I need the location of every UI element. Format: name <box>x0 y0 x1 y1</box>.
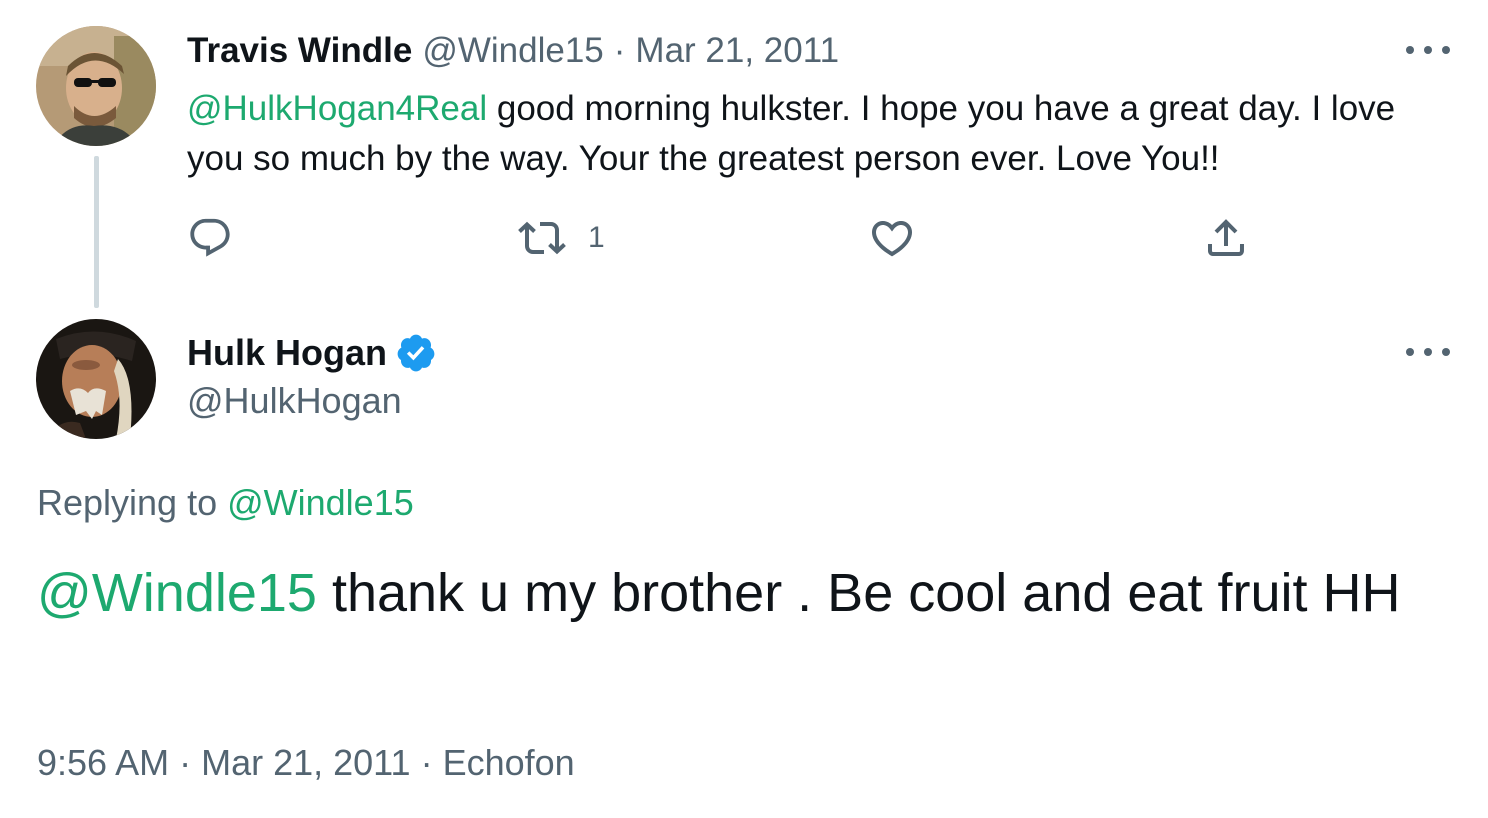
reply-button[interactable] <box>187 214 233 262</box>
main-tweet-text: @Windle15 thank u my brother . Be cool a… <box>37 558 1437 628</box>
parent-author-handle[interactable]: @Windle15 <box>422 31 603 71</box>
more-dots-icon[interactable] <box>1406 40 1450 60</box>
parent-author-name[interactable]: Travis Windle <box>187 31 412 71</box>
parent-tweet-header: Travis Windle @Windle15 · Mar 21, 2011 <box>187 28 839 74</box>
main-tweet-body: thank u my brother . Be cool and eat fru… <box>316 563 1401 623</box>
avatar-hulk-hogan[interactable] <box>36 319 156 439</box>
avatar-travis-windle[interactable] <box>36 26 156 146</box>
more-dots-icon[interactable] <box>1406 342 1450 362</box>
parent-tweet-text: @HulkHogan4Real good morning hulkster. I… <box>187 84 1407 184</box>
retweet-button[interactable]: 1 <box>518 214 605 262</box>
main-tweet-name-row: Hulk Hogan <box>187 330 437 376</box>
meta-separator: · <box>179 742 192 783</box>
speech-bubble-icon <box>190 218 230 257</box>
parent-header-separator: · <box>613 31 626 70</box>
main-author-name[interactable]: Hulk Hogan <box>187 332 387 374</box>
thread-connector-line <box>94 156 99 308</box>
main-tweet-meta: 9:56 AM · Mar 21, 2011 · Echofon <box>37 742 575 784</box>
main-author-handle[interactable]: @HulkHogan <box>187 380 402 422</box>
heart-icon <box>871 221 913 257</box>
share-upload-icon <box>1208 219 1244 256</box>
main-tweet-mention[interactable]: @Windle15 <box>37 563 317 623</box>
verified-badge-icon <box>397 334 435 372</box>
avatar-image <box>36 26 156 146</box>
share-button[interactable] <box>1202 214 1250 262</box>
replying-to-line: Replying to @Windle15 <box>37 482 414 524</box>
parent-tweet-date[interactable]: Mar 21, 2011 <box>635 31 839 71</box>
main-tweet-time[interactable]: 9:56 AM <box>37 742 169 783</box>
replying-to-mention[interactable]: @Windle15 <box>227 482 414 523</box>
main-tweet-source[interactable]: Echofon <box>443 742 575 783</box>
meta-separator: · <box>420 742 433 783</box>
replying-to-label: Replying to <box>37 482 228 523</box>
retweet-count: 1 <box>588 221 605 254</box>
parent-tweet-mention[interactable]: @HulkHogan4Real <box>187 89 487 128</box>
retweet-arrows-icon <box>518 221 566 255</box>
main-tweet-date[interactable]: Mar 21, 2011 <box>201 742 410 783</box>
avatar-image <box>36 319 156 439</box>
like-button[interactable] <box>868 214 916 262</box>
